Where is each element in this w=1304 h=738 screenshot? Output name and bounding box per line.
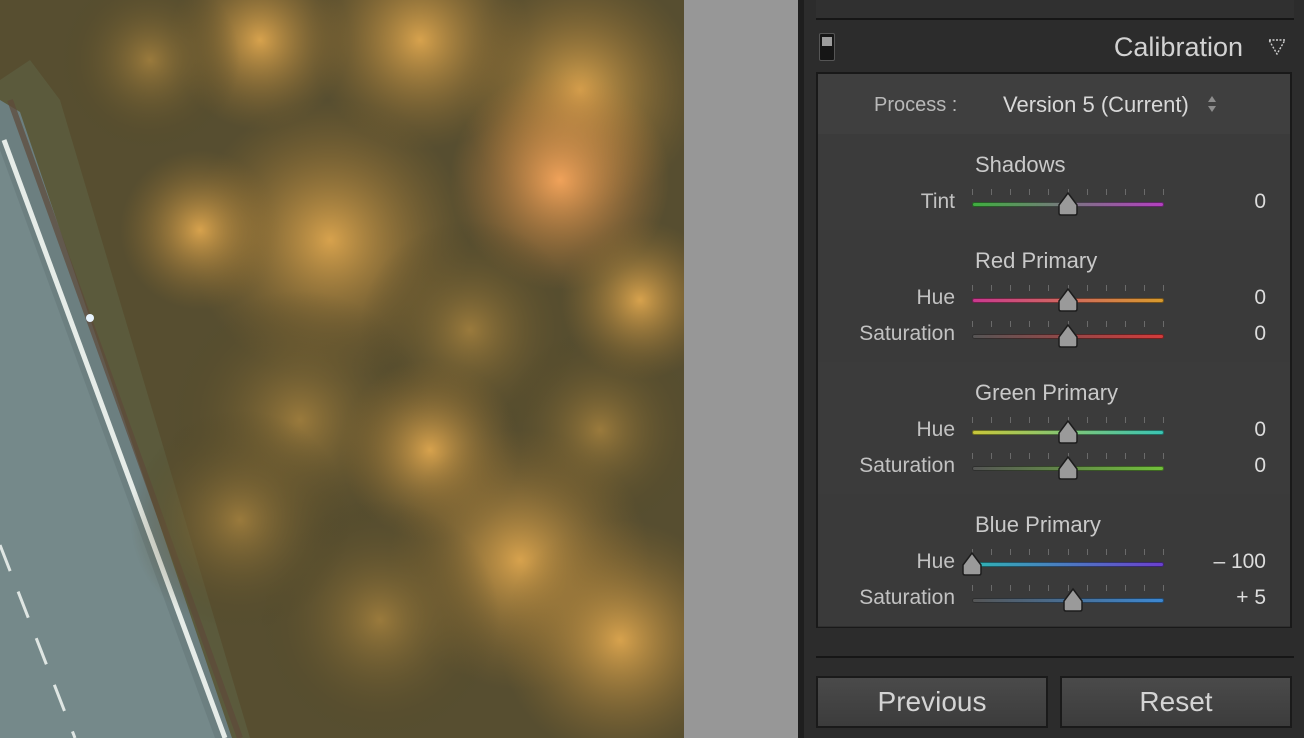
blue-primary-saturation-value[interactable]: + 5 [1236, 586, 1266, 610]
previous-panel-edge [816, 0, 1294, 20]
section-title: Blue Primary [975, 512, 1101, 537]
green-primary-hue-slider-thumb[interactable] [1057, 419, 1079, 445]
blue-primary-saturation-slider-row: Saturation + 5 [818, 584, 1290, 614]
reset-button[interactable]: Reset [1060, 676, 1292, 728]
slider-label: Saturation [859, 322, 955, 345]
slider-label: Saturation [859, 454, 955, 477]
blue-primary-hue-slider-thumb[interactable] [961, 551, 983, 577]
up-down-stepper-icon[interactable] [1207, 94, 1217, 114]
red-primary-saturation-slider-row: Saturation 0 [818, 320, 1290, 350]
calibration-panel-body: Process : Version 5 (Current) Shadows Tin… [816, 72, 1292, 628]
red-primary-hue-slider-thumb[interactable] [1057, 287, 1079, 313]
section-title: Red Primary [975, 248, 1098, 273]
red-primary-hue-value[interactable]: 0 [1254, 286, 1266, 310]
blue-primary-hue-slider-row: Hue – 100 [818, 548, 1290, 578]
green-primary-hue-value[interactable]: 0 [1254, 418, 1266, 442]
panel-divider [816, 656, 1294, 658]
green-primary-saturation-slider-row: Saturation 0 [818, 452, 1290, 482]
process-row: Process : Version 5 (Current) [818, 74, 1290, 136]
slider-label: Hue [916, 418, 955, 441]
shadows-tint-value[interactable]: 0 [1254, 190, 1266, 214]
section-title: Shadows [975, 152, 1066, 177]
blue-primary-saturation-slider-thumb[interactable] [1062, 587, 1084, 613]
slider-label: Hue [916, 550, 955, 573]
green-primary-saturation-value[interactable]: 0 [1254, 454, 1266, 478]
panel-title: Calibration [1113, 32, 1243, 62]
slider-ticks [972, 549, 1164, 559]
slider-label: Tint [920, 190, 955, 213]
red-primary-saturation-value[interactable]: 0 [1254, 322, 1266, 346]
section-blue-primary: Blue Primary Hue – 100 Saturation + 5 [818, 494, 1290, 627]
process-version-select[interactable]: Version 5 (Current) [1003, 92, 1189, 118]
green-primary-hue-slider-row: Hue 0 [818, 416, 1290, 446]
green-primary-saturation-slider-thumb[interactable] [1057, 455, 1079, 481]
triangle-down-icon[interactable] [1268, 39, 1286, 55]
previous-button[interactable]: Previous [816, 676, 1048, 728]
section-title: Green Primary [975, 380, 1119, 405]
red-primary-saturation-slider-thumb[interactable] [1057, 323, 1079, 349]
section-red-primary: Red Primary Hue 0 Saturation 0 [818, 230, 1290, 363]
calibration-panel-header[interactable]: Calibration [804, 24, 1304, 70]
shadows-tint-slider-row: Tint 0 [818, 188, 1290, 218]
blue-primary-hue-slider-track[interactable] [972, 562, 1164, 567]
slider-label: Saturation [859, 586, 955, 609]
red-primary-hue-slider-row: Hue 0 [818, 284, 1290, 314]
canvas-gutter [684, 0, 798, 738]
slider-label: Hue [916, 286, 955, 309]
section-shadows: Shadows Tint 0 [818, 134, 1290, 231]
develop-right-panel: Calibration Process : Version 5 (Current… [804, 0, 1304, 738]
process-label: Process : [874, 94, 958, 116]
panel-toggle-switch[interactable] [819, 33, 835, 61]
blue-primary-hue-value[interactable]: – 100 [1213, 550, 1266, 574]
photo-preview[interactable] [0, 0, 684, 738]
shadows-tint-slider-thumb[interactable] [1057, 191, 1079, 217]
toggle-knob [822, 37, 832, 46]
section-green-primary: Green Primary Hue 0 Saturation 0 [818, 362, 1290, 495]
